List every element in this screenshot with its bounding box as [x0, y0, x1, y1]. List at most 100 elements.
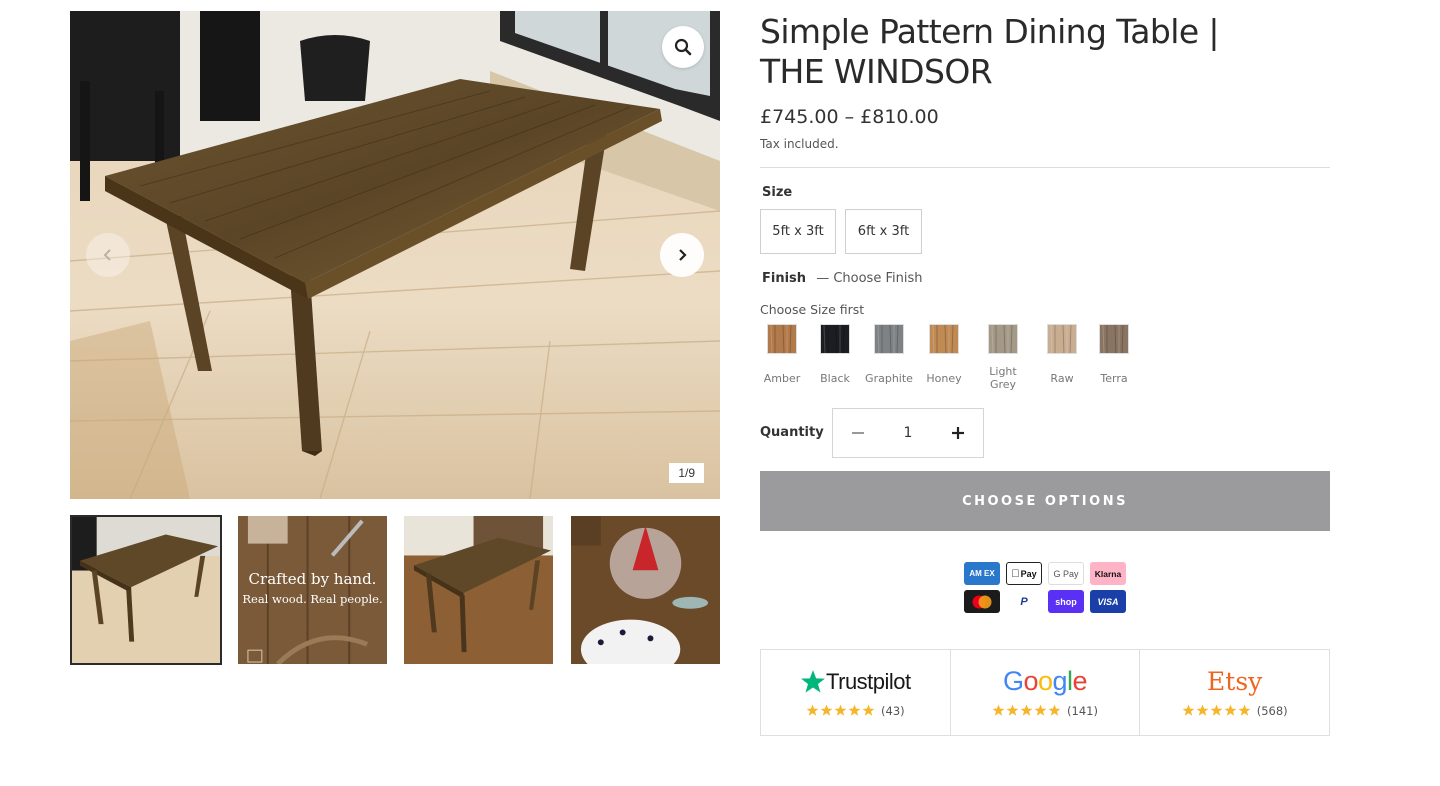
etsy-review-badge[interactable]: Etsy (568): [1140, 650, 1329, 735]
finish-swatch-raw[interactable]: Raw: [1032, 324, 1092, 385]
google-review-count: (141): [1067, 704, 1098, 718]
klarna-label: Klarna: [1094, 568, 1122, 579]
etsy-logo: Etsy: [1207, 665, 1262, 699]
star-icon: [1196, 704, 1209, 716]
dining-table-photo: [70, 11, 720, 499]
size-option-6ft-x-3ft[interactable]: 6ft x 3ft: [845, 209, 922, 254]
next-image-button[interactable]: [660, 233, 704, 277]
star-icon: [848, 704, 861, 716]
etsy-name: Etsy: [1207, 667, 1263, 696]
amex-icon: AM EX: [964, 562, 1000, 585]
google-pay-icon: G Pay: [1048, 562, 1084, 585]
table-thumbnail-image: [72, 517, 220, 663]
product-price: £745.00 – £810.00: [760, 106, 939, 128]
star-icon: [834, 704, 847, 716]
thumbnail-4[interactable]: [571, 516, 720, 664]
trustpilot-rating: (43): [806, 702, 905, 721]
finish-swatch-amber[interactable]: Amber: [752, 324, 812, 385]
star-rating-icons: [806, 702, 876, 721]
star-icon: [1238, 704, 1251, 716]
finish-chip: [820, 324, 850, 354]
quantity-decrease-button[interactable]: [833, 409, 883, 457]
apple-pay-icon: Pay: [1006, 562, 1042, 585]
plus-icon: [952, 427, 964, 439]
finish-swatch-terra[interactable]: Terra: [1084, 324, 1144, 385]
divider: [760, 167, 1330, 168]
wood-texture-icon: [821, 325, 849, 353]
etsy-rating: (568): [1182, 702, 1288, 721]
google-rating: (141): [992, 702, 1098, 721]
thumbnail-3[interactable]: [404, 516, 553, 664]
finish-swatch-light-grey[interactable]: Light Grey: [973, 324, 1033, 391]
star-rating-icons: [992, 702, 1062, 721]
trustpilot-logo: Trustpilot: [800, 665, 911, 699]
quantity-input[interactable]: [888, 425, 928, 441]
star-icon: [1182, 704, 1195, 716]
minus-icon: [852, 432, 864, 434]
wood-texture-icon: [768, 325, 796, 353]
finish-dash: —: [816, 271, 830, 286]
finish-swatch-black[interactable]: Black: [805, 324, 865, 385]
trustpilot-star-icon: [801, 669, 825, 693]
size-option-5ft-x-3ft[interactable]: 5ft x 3ft: [760, 209, 836, 254]
etsy-review-count: (568): [1256, 704, 1288, 718]
mastercard-circles-icon: [972, 595, 992, 608]
finish-swatch-honey[interactable]: Honey: [914, 324, 974, 385]
star-icon: [1034, 704, 1047, 716]
finish-swatch-label: Terra: [1100, 372, 1128, 385]
thumbnail-strip: Crafted by hand. Real wood. Real people.: [70, 515, 720, 665]
trustpilot-name: Trustpilot: [826, 668, 911, 694]
chevron-right-icon: [679, 249, 687, 261]
mastercard-icon: [964, 590, 1000, 613]
thumbnail-caption: Crafted by hand. Real wood. Real people.: [238, 570, 387, 606]
wood-texture-icon: [875, 325, 903, 353]
google-review-badge[interactable]: Google (141): [951, 650, 1141, 735]
wood-texture-icon: [989, 325, 1017, 353]
shop-pay-icon: shop: [1048, 590, 1084, 613]
review-badges: Trustpilot (43) Google (141) Etsy (568): [760, 649, 1330, 736]
trustpilot-review-badge[interactable]: Trustpilot (43): [761, 650, 951, 735]
finish-chip: [1099, 324, 1129, 354]
quantity-stepper: [832, 408, 984, 458]
magnifier-icon: [674, 38, 692, 56]
star-icon: [862, 704, 875, 716]
chevron-left-icon: [103, 249, 111, 261]
thumbnail-2[interactable]: Crafted by hand. Real wood. Real people.: [238, 516, 387, 664]
finish-swatch-graphite[interactable]: Graphite: [859, 324, 919, 385]
caption-line-2: Real wood. Real people.: [242, 592, 383, 606]
finish-chip: [874, 324, 904, 354]
star-icon: [1006, 704, 1019, 716]
google-letter: e: [1072, 666, 1088, 696]
visa-label: VISA: [1097, 596, 1119, 607]
wood-texture-icon: [1048, 325, 1076, 353]
google-pay-label: G Pay: [1053, 568, 1079, 579]
google-letter: o: [1023, 666, 1038, 696]
quantity-increase-button[interactable]: [933, 409, 983, 457]
finish-selected-value: — Choose Finish: [816, 271, 922, 286]
wood-texture-icon: [1100, 325, 1128, 353]
google-letter: o: [1037, 666, 1053, 696]
google-letter: g: [1052, 666, 1068, 696]
product-title-line-2: THE WINDSOR: [760, 52, 993, 91]
product-main-image[interactable]: 1/9: [70, 11, 720, 499]
klarna-icon: Klarna: [1090, 562, 1126, 585]
star-icon: [1048, 704, 1061, 716]
zoom-button[interactable]: [662, 26, 704, 68]
wood-texture-icon: [930, 325, 958, 353]
tax-note: Tax included.: [760, 137, 839, 151]
amex-label: AM EX: [969, 568, 995, 578]
christmas-table-thumbnail-image: [571, 516, 720, 664]
size-label: Size: [762, 185, 793, 200]
product-title-line-1: Simple Pattern Dining Table |: [760, 12, 1220, 51]
choose-options-button[interactable]: CHOOSE OPTIONS: [760, 471, 1330, 531]
finish-value: Choose Finish: [833, 271, 923, 286]
thumbnail-1[interactable]: [70, 515, 222, 665]
finish-swatch-label: Amber: [763, 372, 801, 385]
finish-label: Finish: [762, 271, 807, 286]
star-icon: [1020, 704, 1033, 716]
star-icon: [1210, 704, 1223, 716]
finish-swatch-label: Raw: [1050, 372, 1074, 385]
previous-image-button[interactable]: [86, 233, 130, 277]
finish-chip: [988, 324, 1018, 354]
star-icon: [820, 704, 833, 716]
